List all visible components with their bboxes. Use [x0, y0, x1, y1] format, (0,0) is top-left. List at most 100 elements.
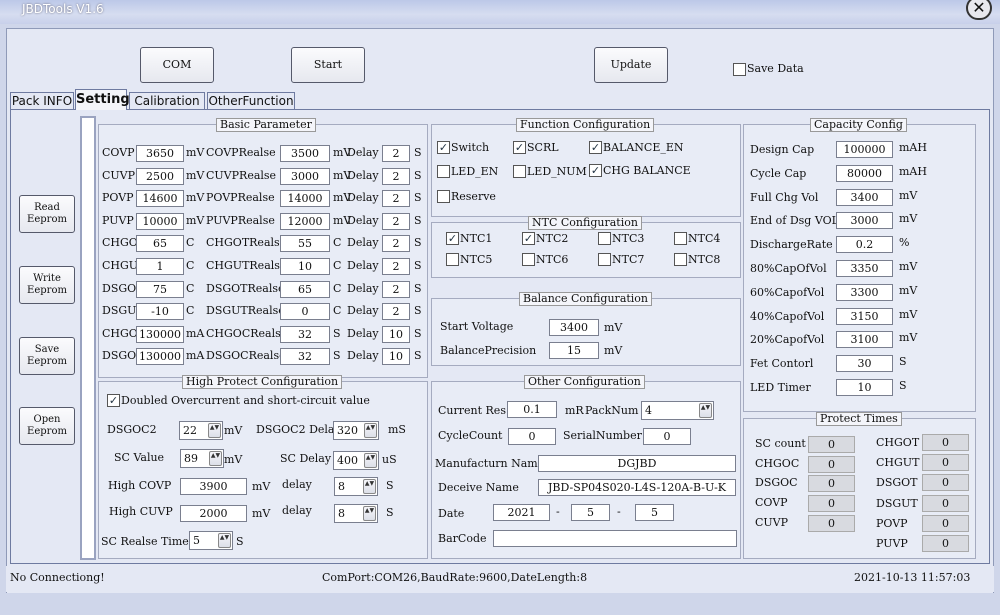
- capacity-end-of-dsg-vol-input[interactable]: 3000: [836, 212, 893, 230]
- param-povp-delay-input[interactable]: 2: [382, 190, 410, 208]
- open-eeprom-button[interactable]: Open Eeprom: [19, 407, 75, 445]
- dsgoc2-delay-select[interactable]: 320 ▲▼: [333, 421, 379, 440]
- ntc-ntc8-checkbox[interactable]: [674, 253, 687, 266]
- param-chgoc-delay-input[interactable]: 10: [382, 325, 410, 343]
- function-chg-balance-checkbox[interactable]: ✓: [589, 164, 602, 177]
- sc-delay-select[interactable]: 400 ▲▼: [333, 451, 379, 470]
- ntc-ntc4-checkbox[interactable]: [674, 232, 687, 245]
- spinner-arrows-icon[interactable]: ▲▼: [364, 423, 377, 438]
- high-cuvp-input[interactable]: 2000: [180, 505, 247, 522]
- param-dsgot-delay-input[interactable]: 2: [382, 280, 410, 298]
- capacity-design-cap-input[interactable]: 100000: [836, 141, 893, 158]
- tab-otherfunction[interactable]: OtherFunction: [207, 92, 295, 109]
- param-dsgut-release-input[interactable]: 0: [280, 303, 330, 321]
- current-res-input[interactable]: 0.1: [507, 401, 557, 418]
- barcode-input[interactable]: [493, 530, 737, 547]
- param-dsgoc-release-input[interactable]: 32: [280, 348, 330, 366]
- date-day-input[interactable]: 5: [635, 504, 674, 521]
- device-name-input[interactable]: JBD-SP04S020-L4S-120A-B-U-K: [538, 479, 736, 496]
- spinner-arrows-icon[interactable]: ▲▼: [364, 453, 377, 468]
- ntc-ntc2-checkbox[interactable]: ✓: [522, 232, 535, 245]
- packnum-select[interactable]: 4 ▲▼: [641, 401, 714, 420]
- start-voltage-input[interactable]: 3400: [549, 319, 599, 336]
- protect-count-value[interactable]: 0: [922, 494, 969, 512]
- param-povp-release-input[interactable]: 14000: [280, 190, 330, 208]
- spinner-arrows-icon[interactable]: ▲▼: [209, 451, 222, 466]
- ntc-ntc5-checkbox[interactable]: [446, 253, 459, 266]
- capacity-20-capofvol-input[interactable]: 3100: [836, 331, 893, 349]
- spinner-arrows-icon[interactable]: ▲▼: [218, 533, 231, 548]
- cyclecount-input[interactable]: 0: [508, 428, 556, 445]
- protect-count-value[interactable]: 0: [922, 434, 969, 451]
- date-month-input[interactable]: 5: [571, 504, 610, 521]
- tab-setting[interactable]: Setting: [75, 89, 130, 110]
- protect-count-value[interactable]: 0: [922, 535, 969, 552]
- protect-count-value[interactable]: 0: [922, 474, 969, 492]
- param-cuvp-release-input[interactable]: 3000: [280, 167, 330, 185]
- spinner-arrows-icon[interactable]: ▲▼: [363, 506, 376, 521]
- save-eeprom-button[interactable]: Save Eeprom: [19, 337, 75, 375]
- update-button[interactable]: Update: [594, 47, 668, 83]
- ntc-ntc7-checkbox[interactable]: [598, 253, 611, 266]
- high-cuvp-delay-select[interactable]: 8 ▲▼: [334, 504, 378, 523]
- sc-value-select[interactable]: 89 ▲▼: [180, 449, 224, 468]
- function-led_num-checkbox[interactable]: [513, 165, 526, 178]
- param-chgot-release-input[interactable]: 55: [280, 235, 330, 253]
- param-covp-input[interactable]: 3650: [136, 145, 184, 162]
- protect-count-value[interactable]: 0: [808, 455, 855, 473]
- write-eeprom-button[interactable]: Write Eeprom: [19, 266, 75, 304]
- ntc-ntc6-checkbox[interactable]: [522, 253, 535, 266]
- ntc-ntc1-checkbox[interactable]: ✓: [446, 232, 459, 245]
- capacity-60-capofvol-input[interactable]: 3300: [836, 283, 893, 301]
- high-covp-delay-select[interactable]: 8 ▲▼: [334, 477, 378, 496]
- capacity-fet-contorl-input[interactable]: 30: [836, 355, 893, 373]
- param-puvp-input[interactable]: 10000: [136, 212, 184, 230]
- sc-realse-select[interactable]: 5 ▲▼: [189, 531, 233, 550]
- param-chgoc-release-input[interactable]: 32: [280, 325, 330, 343]
- param-covp-release-input[interactable]: 3500: [280, 145, 330, 162]
- param-puvp-delay-input[interactable]: 2: [382, 212, 410, 230]
- param-chgut-input[interactable]: 1: [136, 258, 184, 275]
- param-chgut-delay-input[interactable]: 2: [382, 258, 410, 275]
- function-scrl-checkbox[interactable]: ✓: [513, 141, 526, 154]
- function-switch-checkbox[interactable]: ✓: [437, 141, 450, 154]
- param-chgut-release-input[interactable]: 10: [280, 258, 330, 275]
- balance-precision-input[interactable]: 15: [549, 342, 599, 359]
- function-led_en-checkbox[interactable]: [437, 165, 450, 178]
- param-cuvp-input[interactable]: 2500: [136, 167, 184, 185]
- ntc-ntc3-checkbox[interactable]: [598, 232, 611, 245]
- capacity-dischargerate-input[interactable]: 0.2: [836, 236, 893, 254]
- doubled-overcurrent-checkbox[interactable]: ✓: [107, 394, 120, 407]
- function-balance_en-checkbox[interactable]: ✓: [589, 141, 602, 154]
- protect-count-value[interactable]: 0: [808, 436, 855, 453]
- capacity-cycle-cap-input[interactable]: 80000: [836, 164, 893, 182]
- param-chgoc-input[interactable]: 130000: [136, 325, 184, 343]
- spinner-arrows-icon[interactable]: ▲▼: [208, 423, 221, 438]
- param-dsgot-input[interactable]: 75: [136, 280, 184, 298]
- param-chgot-delay-input[interactable]: 2: [382, 235, 410, 253]
- manufacturer-input[interactable]: DGJBD: [538, 455, 736, 472]
- param-cuvp-delay-input[interactable]: 2: [382, 167, 410, 185]
- com-button[interactable]: COM: [140, 47, 214, 83]
- param-dsgoc-input[interactable]: 130000: [136, 348, 184, 366]
- param-covp-delay-input[interactable]: 2: [382, 145, 410, 162]
- param-povp-input[interactable]: 14600: [136, 190, 184, 208]
- start-button[interactable]: Start: [291, 47, 365, 83]
- spinner-arrows-icon[interactable]: ▲▼: [363, 479, 376, 494]
- protect-count-value[interactable]: 0: [808, 475, 855, 493]
- capacity-40-capofvol-input[interactable]: 3150: [836, 307, 893, 325]
- dsgoc2-select[interactable]: 22 ▲▼: [179, 421, 223, 440]
- function-reserve-checkbox[interactable]: [437, 190, 450, 203]
- param-puvp-release-input[interactable]: 12000: [280, 212, 330, 230]
- param-dsgoc-delay-input[interactable]: 10: [382, 348, 410, 366]
- param-dsgut-input[interactable]: -10: [136, 303, 184, 321]
- spinner-arrows-icon[interactable]: ▲▼: [699, 403, 712, 418]
- high-covp-input[interactable]: 3900: [180, 478, 247, 495]
- protect-count-value[interactable]: 0: [808, 514, 855, 532]
- capacity-80-capofvol-input[interactable]: 3350: [836, 260, 893, 277]
- protect-count-value[interactable]: 0: [922, 514, 969, 532]
- param-chgot-input[interactable]: 65: [136, 235, 184, 253]
- tab-calibration[interactable]: Calibration: [129, 92, 205, 109]
- protect-count-value[interactable]: 0: [922, 454, 969, 472]
- tab-pack-info[interactable]: Pack INFO: [10, 92, 74, 109]
